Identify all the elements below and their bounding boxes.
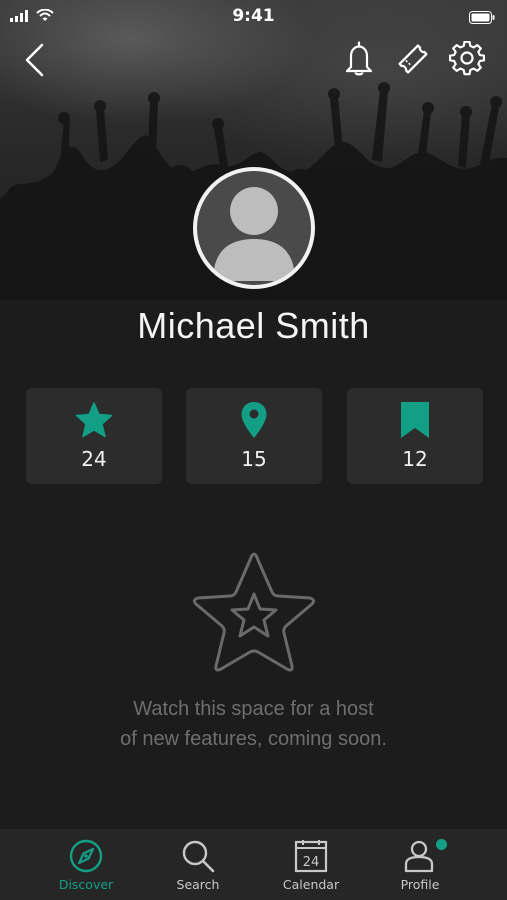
- stat-card-bookmarks[interactable]: 12: [347, 388, 483, 484]
- battery-icon: [469, 9, 495, 28]
- back-button[interactable]: [20, 42, 50, 78]
- tab-label: Discover: [58, 877, 114, 892]
- calendar-icon: 24: [294, 840, 328, 873]
- map-pin-icon: [241, 402, 267, 438]
- bookmark-icon: [401, 402, 429, 438]
- settings-button[interactable]: [449, 40, 485, 78]
- profile-name: Michael Smith: [137, 305, 370, 346]
- user-placeholder-icon: [213, 187, 295, 281]
- stat-card-favorites[interactable]: 24: [26, 388, 162, 484]
- tab-label: Search: [176, 877, 220, 892]
- user-icon: [404, 840, 434, 873]
- tab-label: Profile: [400, 877, 440, 892]
- tab-label: Calendar: [282, 877, 340, 892]
- ticket-icon: [398, 44, 428, 74]
- tab-calendar[interactable]: 24 Calendar: [256, 829, 366, 900]
- nav-actions: [341, 40, 485, 78]
- avatar[interactable]: [193, 167, 315, 289]
- stat-card-locations[interactable]: 15: [186, 388, 322, 484]
- calendar-day: 24: [303, 855, 320, 870]
- notifications-button[interactable]: [341, 40, 377, 78]
- stat-value: 15: [241, 447, 267, 471]
- status-bar: 9:41: [0, 0, 507, 32]
- status-time: 9:41: [232, 6, 275, 26]
- tab-profile[interactable]: Profile: [365, 829, 475, 900]
- chevron-left-icon: [25, 43, 44, 77]
- gear-icon: [449, 41, 485, 76]
- tickets-button[interactable]: [395, 40, 431, 78]
- tab-discover[interactable]: Discover: [31, 829, 141, 900]
- star-icon: [75, 402, 113, 438]
- bell-icon: [345, 41, 373, 76]
- empty-state-line-1: Watch this space for a host: [133, 698, 374, 720]
- compass-icon: [69, 839, 103, 873]
- search-icon: [182, 840, 215, 873]
- tab-search[interactable]: Search: [143, 829, 253, 900]
- notification-badge: [436, 839, 447, 850]
- stat-value: 12: [402, 447, 428, 471]
- empty-state-line-2: of new features, coming soon.: [120, 728, 387, 750]
- tab-bar: Discover Search 24 Calendar Profile: [0, 829, 507, 900]
- empty-state-star-icon: [192, 552, 316, 672]
- stat-value: 24: [81, 447, 107, 471]
